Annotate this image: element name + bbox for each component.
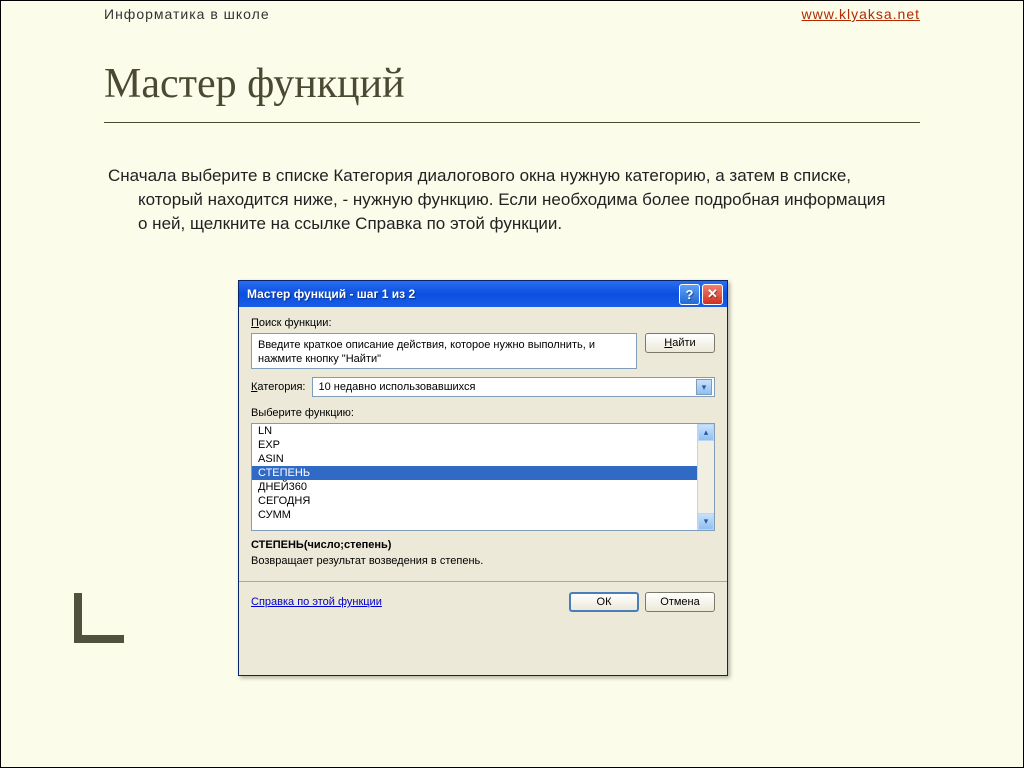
list-item[interactable]: СЕГОДНЯ	[252, 494, 697, 508]
close-icon[interactable]: ✕	[702, 284, 723, 305]
category-select[interactable]: 10 недавно использовавшихся ▾	[312, 377, 716, 397]
help-link[interactable]: Справка по этой функции	[251, 596, 382, 608]
scroll-down-icon[interactable]: ▾	[698, 513, 714, 530]
list-item[interactable]: LN	[252, 424, 697, 438]
cancel-button[interactable]: Отмена	[645, 592, 715, 612]
slide-description: Сначала выберите в списке Категория диал…	[108, 164, 894, 235]
help-icon[interactable]: ?	[679, 284, 700, 305]
header-website-link[interactable]: www.klyaksa.net	[802, 6, 920, 22]
scrollbar[interactable]: ▴ ▾	[697, 424, 714, 530]
category-label: Категория:	[251, 381, 306, 393]
dialog-titlebar[interactable]: Мастер функций - шаг 1 из 2 ? ✕	[239, 281, 727, 307]
function-wizard-dialog: Мастер функций - шаг 1 из 2 ? ✕ Поиск фу…	[238, 280, 728, 676]
corner-decoration	[74, 593, 124, 643]
dialog-title: Мастер функций - шаг 1 из 2	[247, 287, 677, 301]
page-title: Мастер функций	[104, 60, 405, 108]
find-button[interactable]: Найти	[645, 333, 715, 353]
list-item[interactable]: ДНЕЙ360	[252, 480, 697, 494]
search-label: Поиск функции:	[251, 317, 715, 329]
select-function-label: Выберите функцию:	[251, 407, 715, 419]
ok-button[interactable]: ОК	[569, 592, 639, 612]
list-item[interactable]: EXP	[252, 438, 697, 452]
list-item[interactable]: СТЕПЕНЬ	[252, 466, 697, 480]
scroll-up-icon[interactable]: ▴	[698, 424, 714, 441]
category-selected-value: 10 недавно использовавшихся	[319, 381, 476, 393]
dialog-body: Поиск функции: Введите краткое описание …	[239, 307, 727, 622]
list-item[interactable]: СУММ	[252, 508, 697, 522]
list-item[interactable]: ASIN	[252, 452, 697, 466]
search-input[interactable]: Введите краткое описание действия, котор…	[251, 333, 637, 369]
function-signature: СТЕПЕНЬ(число;степень)	[251, 539, 715, 551]
function-description: Возвращает результат возведения в степен…	[251, 555, 715, 567]
chevron-down-icon[interactable]: ▾	[696, 379, 712, 395]
divider	[239, 581, 727, 582]
scroll-track[interactable]	[698, 441, 714, 513]
header-subject: Информатика в школе	[104, 6, 270, 22]
slide-header: Информатика в школе www.klyaksa.net	[104, 6, 920, 22]
function-listbox[interactable]: LNEXPASINСТЕПЕНЬДНЕЙ360СЕГОДНЯСУММ ▴ ▾	[251, 423, 715, 531]
title-underline	[104, 122, 920, 123]
